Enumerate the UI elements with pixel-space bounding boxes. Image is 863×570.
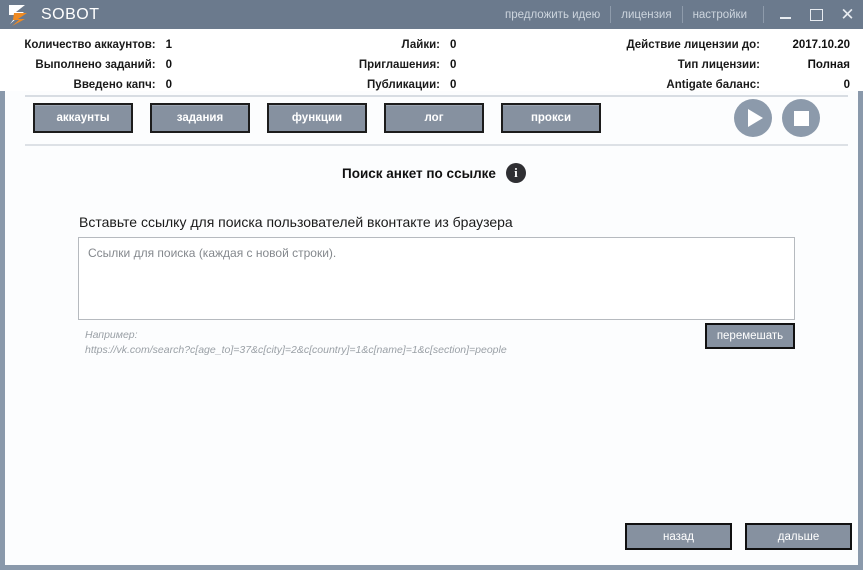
stat-label-license-type: Тип лицензии: — [677, 59, 760, 71]
application-window: SOBOT предложить идею лицензия настройки… — [0, 0, 863, 570]
stats-column-accounts: Количество аккаунтов: 1 Выполнено задани… — [0, 35, 205, 95]
example-hint: Например: https://vk.com/search?c[age_to… — [85, 328, 507, 358]
page-title: Поиск анкет по ссылке — [342, 165, 496, 181]
sobot-logo-icon — [6, 3, 32, 27]
close-button[interactable]: ✕ — [832, 0, 863, 29]
stat-value-captchas: 0 — [165, 79, 173, 91]
stat-row: Antigate баланс: 0 — [580, 75, 863, 95]
stat-row: Лайки: 0 — [300, 35, 490, 55]
next-button[interactable]: дальше — [745, 523, 852, 550]
links-input[interactable] — [78, 237, 795, 320]
tab-accounts[interactable]: аккаунты — [33, 103, 133, 133]
stats-panel: Количество аккаунтов: 1 Выполнено задани… — [0, 29, 863, 91]
stat-label-likes: Лайки: — [401, 39, 440, 51]
maximize-icon — [810, 8, 823, 21]
example-label: Например: — [85, 329, 138, 341]
stat-label-invites: Приглашения: — [358, 59, 440, 71]
stat-value-antigate-balance: 0 — [843, 79, 850, 91]
transport-controls — [734, 99, 820, 137]
stat-label-captchas: Введено капч: — [73, 79, 156, 91]
example-url: https://vk.com/search?c[age_to]=37&c[cit… — [85, 344, 507, 356]
license-link[interactable]: лицензия — [611, 6, 681, 24]
titlebar-divider — [763, 6, 764, 23]
tab-proxy[interactable]: прокси — [501, 103, 601, 133]
title-bar: SOBOT предложить идею лицензия настройки… — [0, 0, 863, 29]
start-button[interactable] — [734, 99, 772, 137]
stat-row: Выполнено заданий: 0 — [0, 55, 205, 75]
stat-row: Тип лицензии: Полная — [580, 55, 863, 75]
stat-value-publications: 0 — [450, 79, 457, 91]
app-title: SOBOT — [41, 5, 100, 23]
settings-link[interactable]: настройки — [683, 6, 757, 24]
stat-value-license-type: Полная — [807, 59, 850, 71]
stat-label-license-until: Действие лицензии до: — [626, 39, 760, 51]
play-icon — [748, 109, 763, 127]
stat-value-tasks-done: 0 — [165, 59, 173, 71]
stop-button[interactable] — [782, 99, 820, 137]
info-icon[interactable]: i — [505, 163, 526, 183]
tab-functions[interactable]: функции — [267, 103, 367, 133]
suggest-idea-link[interactable]: предложить идею — [495, 6, 610, 24]
shuffle-button[interactable]: перемешать — [705, 323, 795, 349]
stat-value-invites: 0 — [450, 59, 457, 71]
minimize-button[interactable] — [770, 0, 801, 29]
stat-row: Введено капч: 0 — [0, 75, 205, 95]
navigation-buttons: назад дальше — [625, 523, 852, 550]
instruction-label: Вставьте ссылку для поиска пользователей… — [79, 214, 513, 230]
stats-divider — [25, 95, 848, 97]
close-icon: ✕ — [840, 5, 855, 24]
section-heading: Поиск анкет по ссылке i — [5, 163, 863, 183]
stat-row: Публикации: 0 — [300, 75, 490, 95]
stat-value-accounts-count: 1 — [165, 39, 173, 51]
maximize-button[interactable] — [801, 0, 832, 29]
stat-value-likes: 0 — [450, 39, 457, 51]
minimize-icon — [780, 16, 791, 19]
stat-row: Количество аккаунтов: 1 — [0, 35, 205, 55]
stats-column-activity: Лайки: 0 Приглашения: 0 Публикации: 0 — [300, 35, 490, 95]
stat-row: Действие лицензии до: 2017.10.20 — [580, 35, 863, 55]
stats-column-license: Действие лицензии до: 2017.10.20 Тип лиц… — [580, 35, 863, 95]
tab-bar: аккаунты задания функции лог прокси — [33, 103, 601, 133]
stat-label-tasks-done: Выполнено заданий: — [35, 59, 156, 71]
stat-label-publications: Публикации: — [366, 79, 440, 91]
back-button[interactable]: назад — [625, 523, 732, 550]
tabs-divider — [25, 144, 848, 146]
stat-row: Приглашения: 0 — [300, 55, 490, 75]
stop-icon — [793, 110, 809, 126]
tab-tasks[interactable]: задания — [150, 103, 250, 133]
stat-value-license-until: 2017.10.20 — [792, 39, 850, 51]
stat-label-antigate-balance: Antigate баланс: — [666, 79, 760, 91]
stat-label-accounts-count: Количество аккаунтов: — [24, 39, 156, 51]
tab-log[interactable]: лог — [384, 103, 484, 133]
